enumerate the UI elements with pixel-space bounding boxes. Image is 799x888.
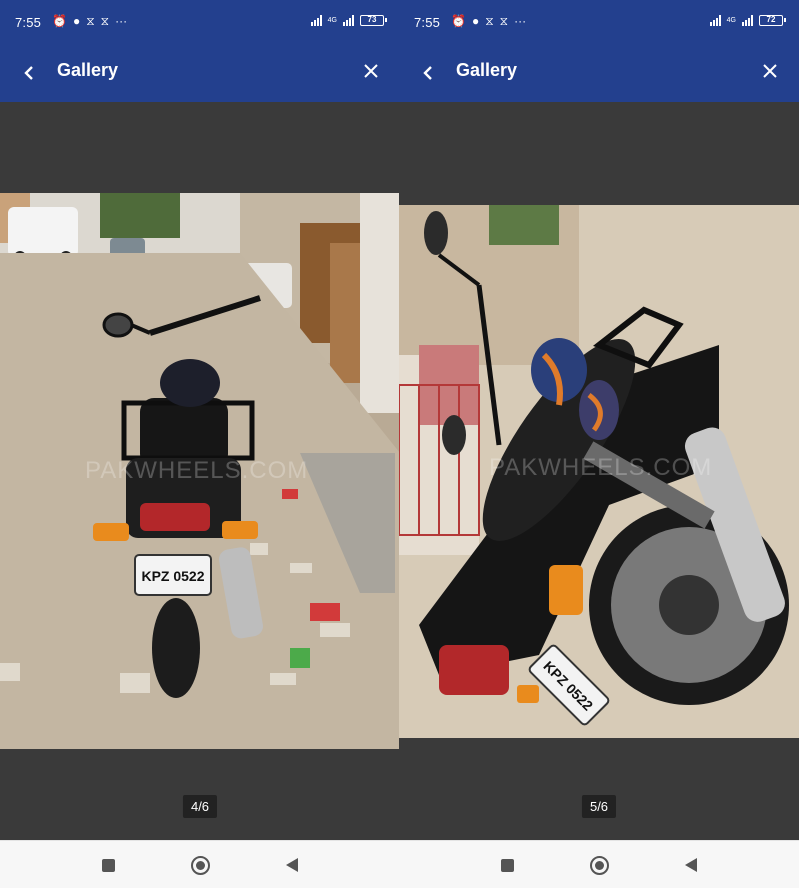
signal-icon [310,14,322,26]
home-icon [190,855,210,875]
status-notifications: ⏰ ● ⧖ ⧖ ··· [451,14,526,29]
network-type: 4G [327,16,337,24]
back-button[interactable] [14,58,44,88]
status-notifications: ⏰ ● ⧖ ⧖ ··· [52,14,127,29]
status-indicators: 4G 73 [310,14,387,26]
app-bar: Gallery [0,44,400,102]
recents-icon [500,858,514,872]
license-plate: KPZ 0522 [141,568,204,584]
back-icon [286,858,298,872]
system-nav-bar [0,840,400,888]
watermark: PAKWHEELS.COM [489,454,712,481]
signal-icon [742,14,753,26]
page-title: Gallery [456,60,518,80]
back-arrow-icon [24,66,33,80]
gallery-screen-right: 7:55 ⏰ ● ⧖ ⧖ ··· 4G 72 Gallery KPZ 0522 … [399,0,799,888]
more-icon: ··· [514,14,527,28]
system-back-button[interactable] [281,854,303,876]
watermark: PAKWHEELS.COM [85,457,308,484]
image-viewer[interactable]: KPZ 0522 PAKWHEELS.COM 4/6 [0,102,400,840]
recents-icon [101,858,115,872]
image-counter: 4/6 [182,795,218,818]
status-bar: 7:55 ⏰ ● ⧖ ⧖ ··· 4G 73 [0,0,400,44]
signal-icon [709,14,721,26]
home-button[interactable] [189,854,211,876]
battery-icon: 72 [759,14,786,26]
battery-icon: 73 [360,14,387,26]
status-indicators: 4G 72 [709,14,786,26]
chat-icon: ● [471,14,480,28]
back-arrow-icon [423,66,432,80]
image-viewer[interactable]: KPZ 0522 PAKWHEELS.COM 5/6 [399,102,799,840]
page-title: Gallery [57,60,119,80]
home-button[interactable] [588,854,610,876]
motorcycle-photo: KPZ 0522 PAKWHEELS.COM [0,193,400,749]
motorcycle-photo: KPZ 0522 PAKWHEELS.COM [399,205,799,738]
status-time: 7:55 [15,15,42,30]
system-nav-bar [399,840,799,888]
notification-icon: ⧖ [86,14,95,28]
close-button[interactable] [755,56,785,86]
recents-button[interactable] [496,854,518,876]
recents-button[interactable] [97,854,119,876]
back-button[interactable] [413,58,443,88]
close-icon [763,64,777,78]
gallery-photo[interactable]: KPZ 0522 PAKWHEELS.COM [399,205,799,738]
system-back-button[interactable] [680,854,702,876]
notification-icon: ⧖ [499,14,509,28]
image-counter: 5/6 [581,795,617,818]
chat-icon: ● [72,14,81,28]
app-bar: Gallery [399,44,799,102]
back-icon [685,858,697,872]
status-time: 7:55 [414,15,441,30]
notification-icon: ⧖ [485,14,494,28]
signal-icon [343,14,354,26]
close-icon [364,64,378,78]
more-icon: ··· [115,14,128,28]
alarm-icon: ⏰ [52,14,67,28]
gallery-photo[interactable]: KPZ 0522 PAKWHEELS.COM [0,193,400,749]
close-button[interactable] [356,56,386,86]
network-type: 4G [726,16,736,24]
alarm-icon: ⏰ [451,14,466,28]
notification-icon: ⧖ [100,14,110,28]
home-icon [589,855,609,875]
gallery-screen-left: 7:55 ⏰ ● ⧖ ⧖ ··· 4G 73 Gallery KPZ 0522 … [0,0,400,888]
status-bar: 7:55 ⏰ ● ⧖ ⧖ ··· 4G 72 [399,0,799,44]
